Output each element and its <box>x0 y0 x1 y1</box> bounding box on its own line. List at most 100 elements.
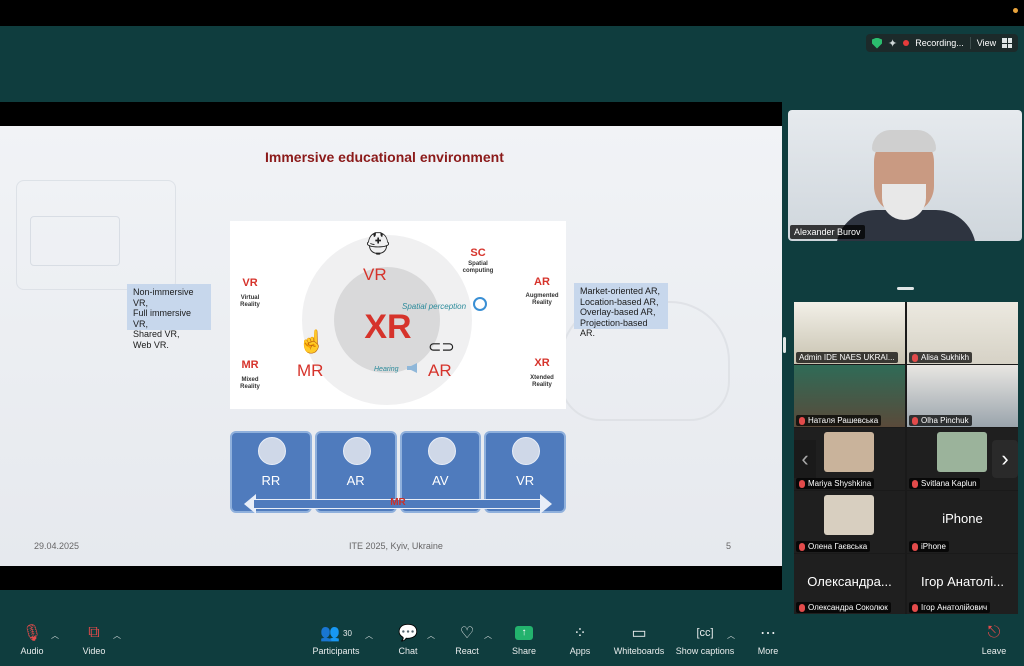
xr-diagram: XR ⛑ VR ☝ MR ⊂⊃ AR Spatial perception He… <box>230 221 566 409</box>
participant-name: Alisa Sukhikh <box>909 352 973 363</box>
recording-label[interactable]: Recording... <box>915 38 964 48</box>
ai-sparkle-icon[interactable]: ✦ <box>888 37 897 50</box>
participants-icon: 👥 30 <box>320 625 352 642</box>
react-label: React <box>455 646 479 656</box>
ring-label-vr: VR <box>363 265 387 284</box>
apps-button[interactable]: ⁘ Apps <box>550 620 610 656</box>
participants-label: Participants <box>312 646 360 656</box>
xr-center-label: XR <box>364 308 412 346</box>
speaker-name-tag: Alexander Burov <box>790 225 865 239</box>
meeting-toolbar: 🎙 Audio ︿ ⧉ Video ︿ 👥 30 Participants ︿ 💬… <box>0 620 1024 666</box>
participant-name: Svitlana Kaplun <box>909 478 980 489</box>
more-label: More <box>757 646 779 656</box>
participant-tile[interactable]: iPhone iPhone <box>907 491 1018 553</box>
panel-resize-handle[interactable] <box>897 287 914 290</box>
participant-name: Olha Pinchuk <box>909 415 972 426</box>
spectrum-circle <box>258 437 286 465</box>
video-options-chevron-icon[interactable]: ︿ <box>113 630 121 641</box>
participant-tile[interactable]: Olha Pinchuk <box>907 365 1018 427</box>
participant-tile[interactable]: Alisa Sukhikh <box>907 302 1018 364</box>
hearing-label: Hearing <box>374 366 399 373</box>
vr-headset-icon: ⛑ <box>364 231 392 256</box>
background-decoration <box>30 216 120 266</box>
hand-touch-icon: ☝ <box>298 329 326 354</box>
show-captions-button[interactable]: [cc] Show captions <box>675 620 735 656</box>
corner-sc-desc: Spatial computing <box>462 261 494 274</box>
note-line: Full immersive VR, <box>133 308 192 329</box>
participant-name: Олександра Соколюк <box>796 602 891 613</box>
view-grid-icon[interactable] <box>1002 38 1013 48</box>
audio-options-chevron-icon[interactable]: ︿ <box>51 630 59 641</box>
chat-options-chevron-icon[interactable]: ︿ <box>427 630 435 641</box>
view-button[interactable]: View <box>977 38 996 48</box>
video-label: Video <box>82 646 106 656</box>
corner-ar-desc: Augmented Reality <box>525 293 559 306</box>
captions-icon: [cc] <box>696 627 714 639</box>
participant-display-name: Ігор Анатолі... <box>921 574 1004 589</box>
note-line: Non-immersive VR, <box>133 287 194 308</box>
participant-name: Наталя Рашевська <box>796 415 882 426</box>
mic-muted-icon <box>912 353 918 362</box>
gallery-next-button[interactable]: › <box>992 440 1018 478</box>
slide-footer-date: 29.04.2025 <box>34 541 80 551</box>
participant-avatar <box>824 432 874 472</box>
share-screen-icon: ↑ <box>515 626 533 640</box>
share-label: Share <box>511 646 537 656</box>
spatial-perception-label: Spatial perception <box>402 302 467 311</box>
participant-tile[interactable]: Ігор Анатолі... Ігор Анатолійович <box>907 554 1018 614</box>
spectrum-box-label: AR <box>346 473 365 488</box>
speaker-hair <box>872 130 936 152</box>
whiteboards-label: Whiteboards <box>613 646 665 656</box>
slide-page-number: 5 <box>726 541 732 551</box>
participant-tile[interactable]: Наталя Рашевська <box>794 365 905 427</box>
ring-label-ar: AR <box>428 361 452 380</box>
participant-tile[interactable]: Admin IDE NAES UKRAI... <box>794 302 905 364</box>
split-resize-handle[interactable] <box>783 337 786 353</box>
participant-name: iPhone <box>909 541 949 552</box>
react-options-chevron-icon[interactable]: ︿ <box>484 630 492 641</box>
participants-button[interactable]: 👥 30 Participants <box>306 620 366 656</box>
participant-avatar <box>937 432 987 472</box>
chevron-left-icon: ‹ <box>801 446 809 471</box>
apps-icon: ⁘ <box>573 625 587 642</box>
participant-gallery: Admin IDE NAES UKRAI... Alisa Sukhikh На… <box>794 302 1018 614</box>
leave-button[interactable]: ⎋ Leave <box>964 620 1024 656</box>
audio-label: Audio <box>20 646 44 656</box>
slide-footer-event: ITE 2025, Kyiv, Ukraine <box>349 541 443 551</box>
gallery-prev-button[interactable]: ‹ <box>794 440 816 478</box>
more-dots-icon: ⋯ <box>760 625 776 642</box>
mic-muted-icon <box>912 479 918 488</box>
whiteboards-button[interactable]: ▭ Whiteboards <box>609 620 669 656</box>
spectrum-circle <box>512 437 541 465</box>
spectrum-box-label: RR <box>261 473 281 488</box>
corner-vr-code: VR <box>242 277 258 289</box>
leave-label: Leave <box>981 646 1007 656</box>
shield-icon[interactable] <box>872 37 882 49</box>
participant-tile[interactable]: Олена Гаєвська <box>794 491 905 553</box>
note-line: Projection-based AR. <box>580 317 648 339</box>
more-button[interactable]: ⋯ More <box>738 620 798 656</box>
recording-dot-icon <box>903 40 910 46</box>
participant-display-name: Олександра... <box>807 574 892 589</box>
mic-muted-icon <box>912 416 918 425</box>
spectrum-box-label: AV <box>432 473 449 488</box>
participant-tile[interactable]: Олександра... Олександра Соколюк <box>794 554 905 614</box>
corner-ar-code: AR <box>534 276 550 288</box>
captions-options-chevron-icon[interactable]: ︿ <box>727 630 735 641</box>
participant-name: Mariya Shyshkina <box>796 478 875 489</box>
ring-label-mr: MR <box>297 361 324 380</box>
participant-display-name: iPhone <box>942 511 983 526</box>
slide-title: Immersive educational environment <box>265 149 504 165</box>
note-line: Location-based AR, <box>580 296 659 307</box>
corner-mr-code: MR <box>241 359 259 371</box>
meeting-status-pill: ✦ Recording... View <box>866 34 1019 52</box>
active-speaker-video[interactable]: Alexander Burov <box>788 110 1022 241</box>
corner-mr-desc: Mixed Reality <box>240 377 260 390</box>
mic-muted-icon <box>799 479 805 488</box>
globe-icon <box>473 297 487 311</box>
participants-options-chevron-icon[interactable]: ︿ <box>365 630 373 641</box>
mic-muted-icon <box>912 603 918 612</box>
spectrum-circle <box>342 437 371 465</box>
share-button[interactable]: ↑ Share <box>494 620 554 656</box>
corner-vr-desc: Virtual Reality <box>240 295 260 308</box>
